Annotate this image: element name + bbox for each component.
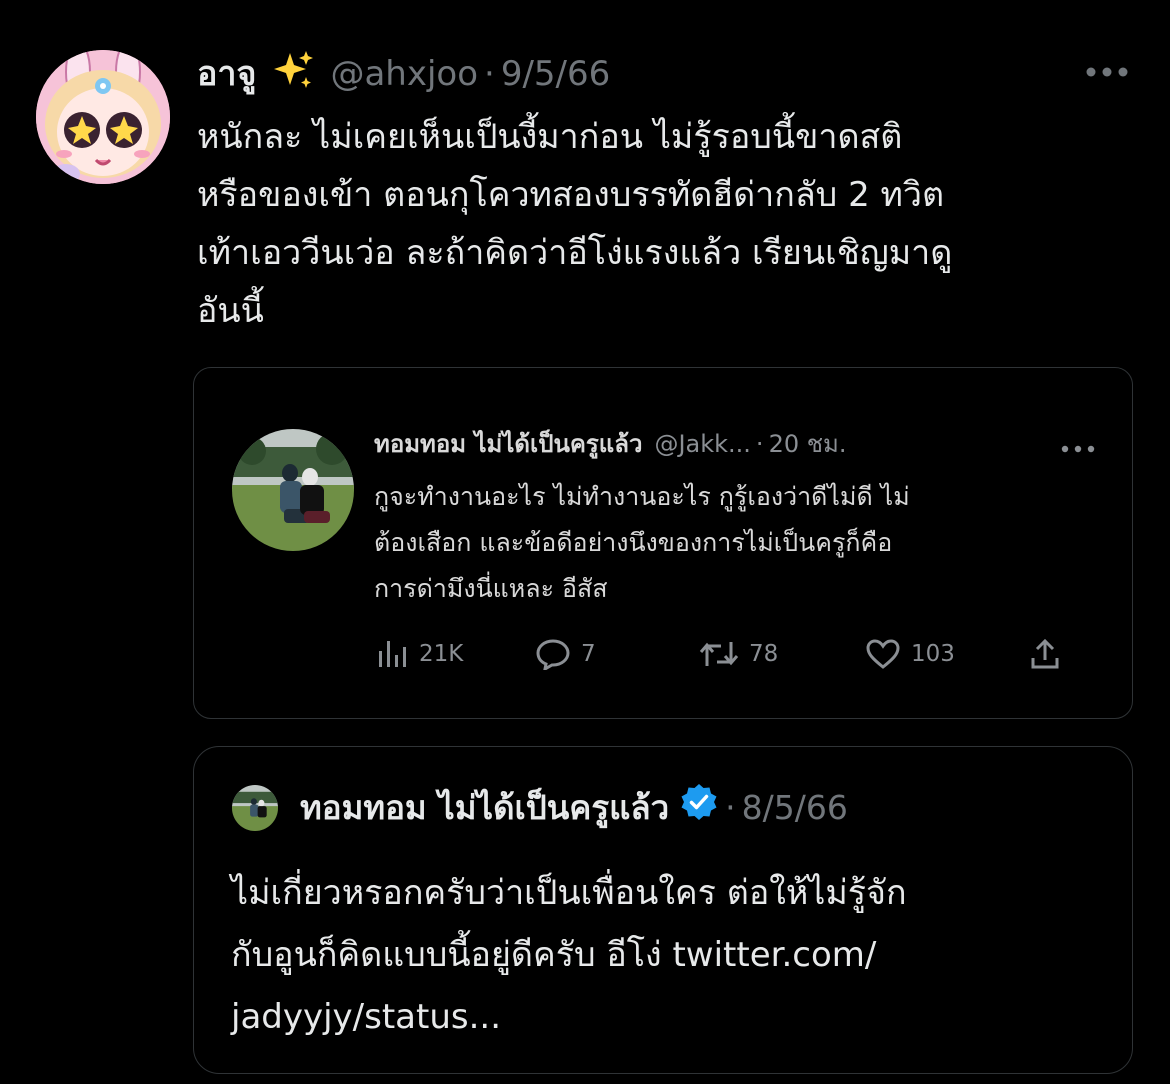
- screenshot-tweet-date: 20 ชม.: [768, 430, 847, 458]
- photo-people-on-grass-icon: [232, 785, 278, 831]
- screenshot-tweet-header: ทอมทอม ไม่ได้เป็นครูแล้ว @Jakk... · 20 ช…: [374, 426, 846, 462]
- screenshot-action-bar: 21K 7 78 103: [377, 634, 1077, 674]
- retweet-action: 78: [699, 634, 778, 674]
- author-avatar[interactable]: [36, 50, 170, 184]
- views-action: 21K: [377, 634, 463, 674]
- author-handle[interactable]: @ahxjoo: [330, 52, 478, 96]
- separator-dot: ·: [755, 430, 764, 458]
- more-options-icon: [1060, 440, 1096, 453]
- quoted-author-name[interactable]: ทอมทอม ไม่ได้เป็นครูแล้ว: [300, 785, 669, 831]
- sparkles-icon: [270, 49, 314, 100]
- screenshot-author-handle: @Jakk...: [654, 430, 751, 458]
- tweet-text: หนักละ ไม่เคยเห็นเป็นงี้มาก่อน ไม่รู้รอบ…: [197, 108, 1137, 340]
- quoted-text-line: กับอูนก็คิดแบบนี้อยู่ดีครับ อีโง่ twitte…: [231, 935, 877, 975]
- photo-people-on-grass-icon: [232, 429, 354, 551]
- quoted-tweet-card[interactable]: ทอมทอม ไม่ได้เป็นครูแล้ว · 8/5/66 ไม่เกี…: [193, 746, 1133, 1074]
- screenshot-text-line: กูจะทำงานอะไร ไม่ทำงานอะไร กูรู้เองว่าดี…: [374, 482, 910, 511]
- screenshot-text-line: การด่ามึงนี่แหละ อีสัส: [374, 574, 608, 603]
- author-display-name[interactable]: อาจู: [197, 52, 256, 96]
- separator-dot: ·: [725, 788, 736, 827]
- heart-icon: [866, 639, 900, 669]
- verified-badge-icon: [679, 782, 719, 834]
- tweet-text-line: หนักละ ไม่เคยเห็นเป็นงี้มาก่อน ไม่รู้รอบ…: [197, 117, 903, 157]
- attached-screenshot-image[interactable]: ทอมทอม ไม่ได้เป็นครูแล้ว @Jakk... · 20 ช…: [193, 367, 1133, 719]
- screenshot-author-avatar: [232, 429, 354, 551]
- tweet-text-line: อันนี้: [197, 291, 264, 331]
- more-options-icon[interactable]: [1084, 64, 1130, 80]
- retweet-arrows-icon: [699, 642, 739, 666]
- reply-count: 7: [581, 641, 596, 667]
- like-action: 103: [865, 634, 955, 674]
- quoted-text-line: jadyyjy/status...: [231, 997, 502, 1037]
- quoted-tweet-text: ไม่เกี่ยวหรอกครับว่าเป็นเพื่อนใคร ต่อให้…: [231, 862, 1111, 1048]
- retweet-count: 78: [749, 641, 779, 667]
- quoted-tweet-date: 8/5/66: [741, 788, 848, 827]
- quoted-tweet-header: ทอมทอม ไม่ได้เป็นครูแล้ว · 8/5/66: [300, 782, 848, 834]
- views-count: 21K: [419, 641, 464, 667]
- reply-action: 7: [535, 634, 596, 674]
- quoted-author-avatar: [232, 785, 278, 831]
- tweet-header: อาจู @ahxjoo · 9/5/66: [197, 50, 610, 96]
- quoted-text-line: ไม่เกี่ยวหรอกครับว่าเป็นเพื่อนใคร ต่อให้…: [231, 873, 907, 913]
- separator-dot: ·: [484, 54, 495, 94]
- tweet-text-line: เท้าเอววีนเว่อ ละถ้าคิดว่าอีโง่แรงแล้ว เ…: [197, 233, 953, 273]
- screenshot-text-line: ต้องเสือก และข้อดีอย่างนึงของการไม่เป็นค…: [374, 528, 893, 557]
- screenshot-tweet-text: กูจะทำงานอะไร ไม่ทำงานอะไร กูรู้เองว่าดี…: [374, 474, 1114, 612]
- views-bar-chart-icon: [379, 641, 406, 667]
- share-action: [1030, 634, 1060, 674]
- tweet-date[interactable]: 9/5/66: [501, 52, 610, 96]
- anime-character-avatar-icon: [36, 50, 170, 184]
- screenshot-author-name: ทอมทอม ไม่ได้เป็นครูแล้ว: [374, 430, 643, 458]
- reply-bubble-icon: [536, 639, 570, 670]
- share-upload-icon: [1031, 638, 1059, 669]
- like-count: 103: [911, 641, 955, 667]
- tweet-text-line: หรือของเข้า ตอนกุโควทสองบรรทัดฮีด่ากลับ …: [197, 175, 945, 215]
